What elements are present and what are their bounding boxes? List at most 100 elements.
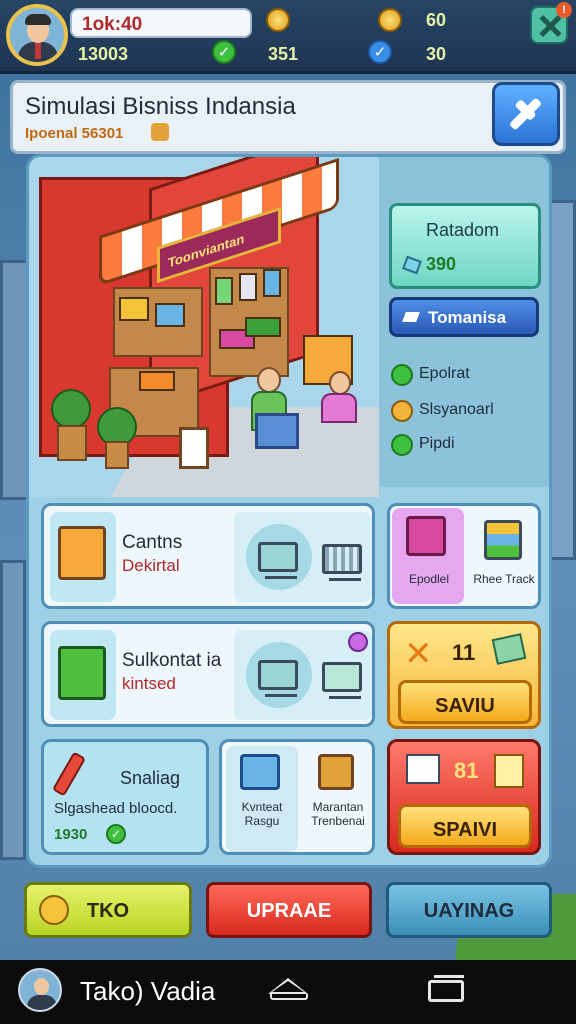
card-3-value: 1930 [54, 826, 88, 843]
shopping-cart-icon-2 [322, 662, 362, 699]
page-title: Simulasi Bisniss Indansia [25, 93, 296, 120]
goods-box-5 [139, 371, 175, 391]
receipt-icon [494, 754, 524, 788]
plant-stand [57, 425, 87, 461]
card-2-title: Sulkontat ia [122, 650, 222, 671]
category-card-3[interactable]: Snaliag Slgashead bloocd. 1930 ✓ [41, 739, 209, 855]
page-subtitle: Ipoenal 56301 [25, 125, 124, 142]
check-blue-icon: ✓ [368, 40, 392, 64]
daily-button[interactable]: UAYINAG [386, 882, 552, 938]
special-offer-right-label: Rhee Track [473, 572, 535, 586]
tomanisa-button[interactable]: Tomanisa [389, 297, 539, 337]
stat-label-2: Slsyanoarl [419, 401, 494, 418]
cash-stack-icon [491, 633, 527, 665]
recent-apps-icon[interactable] [428, 975, 464, 1002]
nav-label: Tako) Vadia [80, 976, 216, 1006]
player-avatar[interactable] [6, 4, 68, 66]
save-button[interactable]: SAVIU [398, 680, 532, 724]
money-bag-icon [151, 123, 169, 141]
package-icon [318, 754, 354, 790]
tko-button[interactable]: TKO [24, 882, 192, 938]
save-card[interactable]: ✕ 11 SAVIU [387, 621, 541, 729]
shop-scene[interactable]: Toonviantan [29, 157, 379, 497]
background-building-left-lower [0, 560, 26, 860]
small-card-right-label: Marantan Trenbenai [311, 800, 365, 828]
card-2-subtitle: kintsed [122, 674, 176, 693]
upgrade-label: UPRAAE [246, 900, 332, 922]
goods-jar-2 [239, 273, 257, 301]
system-navigation-bar: Tako) Vadia [0, 960, 576, 1024]
gift-box-icon [406, 516, 446, 556]
customer-head [257, 367, 281, 393]
small-item-card[interactable]: Kvnteat Rasgu Marantan Trenbenai [219, 739, 375, 855]
special-offer-card[interactable]: Epodlel Rhee Track [387, 503, 541, 609]
tomanisa-label: Tomanisa [428, 308, 507, 327]
card-3-title: Snaliag [120, 768, 181, 788]
rating-label: Ratadom [426, 220, 500, 240]
sale-board [179, 427, 209, 469]
home-icon-base [270, 994, 308, 1000]
notification-dot-icon [348, 632, 368, 652]
leaf-icon [391, 364, 413, 386]
shopkeeper-head [329, 371, 351, 395]
customer-cart [255, 413, 299, 449]
piggy-bank-icon [39, 895, 69, 925]
stat-left-value: 13003 [78, 44, 129, 64]
goods-box-4 [245, 317, 281, 337]
goods-box-2 [155, 303, 185, 327]
goods-jar [215, 277, 233, 305]
header-bar: Simulasi Bisniss Indansia Ipoenal 56301 [10, 80, 566, 154]
home-icon[interactable] [268, 978, 308, 994]
pencil-icon [51, 751, 87, 797]
plant-pot [105, 441, 129, 469]
nav-avatar-head [34, 978, 49, 995]
plant-decoration [51, 389, 91, 429]
rating-value: 390 [426, 254, 457, 274]
small-card-left-label: Kvnteat Rasgu [241, 800, 283, 828]
spawn-card-value: 81 [454, 758, 479, 783]
register-icon [58, 646, 106, 700]
display-cart-icon-2 [258, 660, 298, 697]
category-card-1[interactable]: Cantns Dekirtal [41, 503, 375, 609]
card-3-check-icon: ✓ [106, 824, 126, 844]
upgrade-button[interactable]: UPRAAE [206, 882, 372, 938]
card-1-subtitle: Dekirtal [122, 556, 180, 575]
card-1-title: Cantns [122, 532, 183, 553]
storage-box-icon [240, 754, 280, 790]
spawn-button[interactable]: SPAIVI [398, 804, 532, 848]
category-card-2[interactable]: Sulkontat ia kintsed [41, 621, 375, 727]
tools-button[interactable] [492, 82, 560, 146]
printer-icon [406, 754, 440, 784]
growth-icon [391, 434, 413, 456]
shopping-cart-icon [322, 544, 362, 581]
save-card-value: 11 [452, 640, 476, 665]
stat-right-value: 30 [426, 44, 447, 64]
goods-jar-3 [263, 269, 281, 297]
tko-label: TKO [86, 900, 130, 922]
rating-card[interactable]: Ratadom 390 [389, 203, 541, 289]
stacked-goods-icon [484, 520, 522, 560]
special-offer-left-label: Epodlel [408, 572, 450, 586]
display-cart-icon [258, 542, 298, 579]
spawn-button-label: SPAIVI [432, 819, 498, 841]
coin-icon [266, 8, 290, 32]
nav-avatar-suit [27, 995, 57, 1010]
top-hud: 1ok:40 13003 ✓ 351 60 ✓ 30 ! [0, 0, 576, 74]
player-name: 1ok:40 [82, 14, 143, 35]
save-button-label: SAVIU [435, 695, 495, 717]
daily-label: UAYINAG [423, 900, 515, 922]
goods-box [119, 297, 149, 321]
notification-badge-icon: ! [556, 2, 572, 18]
gold-icon [391, 400, 413, 422]
stat-label-3: Pipdi [419, 435, 455, 452]
player-name-pill[interactable]: 1ok:40 [70, 8, 252, 38]
diamond-icon [402, 312, 420, 322]
stat-mid-value: 351 [268, 44, 299, 64]
spawn-card[interactable]: 81 SPAIVI [387, 739, 541, 855]
card-3-subtitle: Slgashead bloocd. [54, 800, 178, 817]
shopkeeper-body [321, 393, 357, 423]
nav-avatar[interactable] [18, 968, 62, 1012]
cross-tools-icon: ✕ [404, 635, 433, 673]
check-green-icon: ✓ [212, 40, 236, 64]
coin-icon-2 [378, 8, 402, 32]
